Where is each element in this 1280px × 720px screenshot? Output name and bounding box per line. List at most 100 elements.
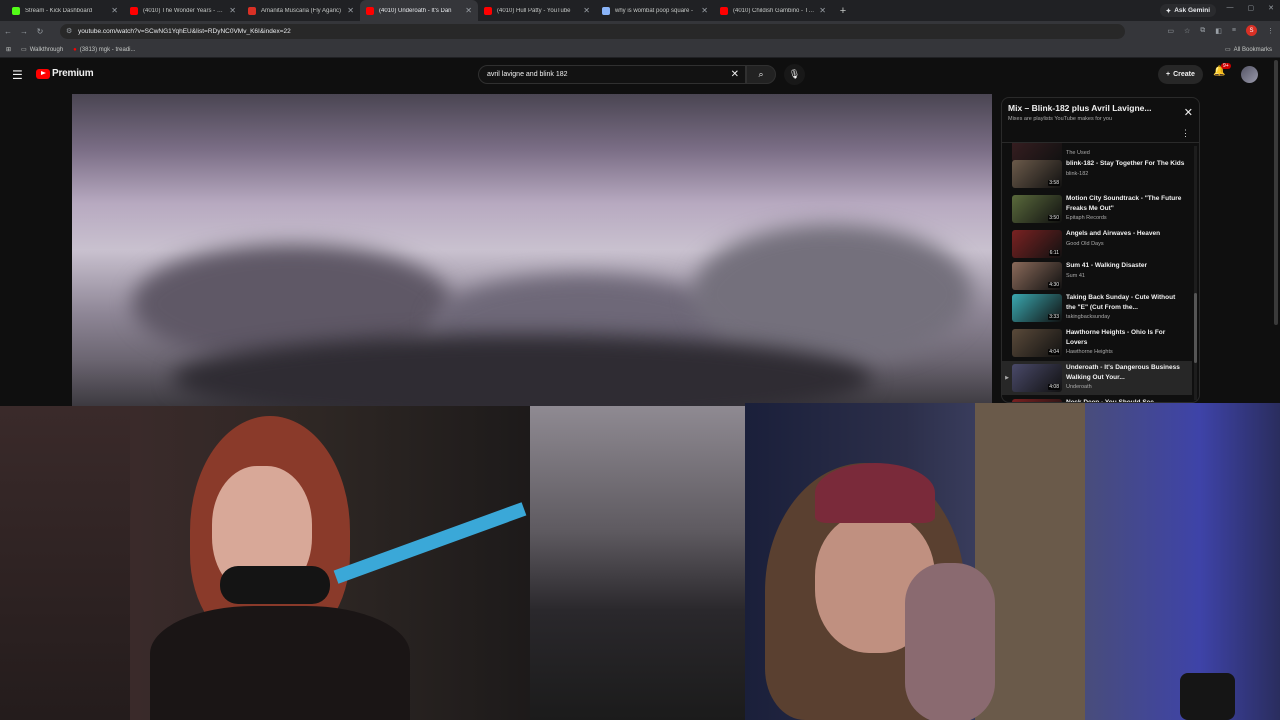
back-icon[interactable]: ←	[0, 27, 16, 36]
youtube-header: ☰ Premium avril lavigne and blink 182 ✕ …	[0, 58, 1280, 92]
account-avatar[interactable]	[1241, 66, 1258, 83]
webcam-arm	[905, 563, 995, 720]
close-tab-icon[interactable]: ✕	[347, 6, 354, 15]
playlist-item-meta: Hawthorne Heights - Ohio Is For Lovers Ha…	[1062, 326, 1186, 360]
search-icon: ⌕	[758, 69, 764, 79]
bookmark-walkthrough[interactable]: ▭ Walkthrough	[21, 46, 64, 54]
forward-icon[interactable]: →	[16, 27, 32, 36]
playlist-item[interactable]: 3:58 blink-182 - Stay Together For The Ki…	[1002, 157, 1192, 191]
video-player[interactable]	[72, 94, 992, 406]
playlist-scroll-thumb[interactable]	[1194, 293, 1197, 363]
playlist-item[interactable]: 4:04 Hawthorne Heights - Ohio Is For Love…	[1002, 326, 1192, 360]
new-tab-icon[interactable]: +	[836, 5, 850, 17]
gemini-icon: ✦	[1165, 7, 1172, 15]
video-frame-lower	[530, 406, 745, 720]
close-tab-icon[interactable]: ✕	[583, 6, 590, 15]
page-scrollbar[interactable]	[1274, 60, 1278, 325]
menu-icon[interactable]: ⋮	[1267, 27, 1274, 35]
playlist-item-title: Taking Back Sunday - Cute Without the "E…	[1066, 294, 1176, 311]
tab-title: (4010) Underoath - It's Dan	[379, 7, 452, 14]
close-tab-icon[interactable]: ✕	[819, 6, 826, 15]
playlist-item[interactable]: Neck Deep - You Should See	[1002, 396, 1192, 402]
playlist-thumbnail[interactable]: 4:30	[1012, 262, 1062, 290]
minimize-icon[interactable]: —	[1227, 4, 1234, 12]
playlist-item-title: Hawthorne Heights - Ohio Is For Lovers	[1066, 329, 1166, 346]
playlist-index	[1002, 291, 1012, 325]
playlist-item-channel: Good Old Days	[1066, 240, 1104, 247]
voice-search-button[interactable]: 🎙	[784, 64, 805, 85]
bookmark-mgk[interactable]: ● (3813) mgk - treadi...	[73, 47, 135, 53]
browser-tab-strip: Stream - Kick Dashboard ✕ (4010) The Wonde…	[0, 0, 1280, 21]
youtube-premium-logo[interactable]: Premium	[36, 68, 94, 79]
playlist-item-current[interactable]: ▶ 4:08 Underoath - It's Dangerous Business…	[1002, 361, 1192, 395]
browser-tab[interactable]: Amanita Muscaria (Fly Agaric) ✕	[242, 0, 360, 21]
playlist-item[interactable]: 3:33 Taking Back Sunday - Cute Without th…	[1002, 291, 1192, 325]
tab-favicon-icon	[484, 6, 492, 15]
close-window-icon[interactable]: ✕	[1268, 4, 1274, 12]
tab-favicon-icon	[130, 6, 138, 15]
browser-tab[interactable]: why is wombat poop square - ✕	[596, 0, 714, 21]
ask-gemini-label: Ask Gemini	[1174, 7, 1210, 14]
all-bookmarks[interactable]: ▭ All Bookmarks	[1225, 46, 1272, 54]
ask-gemini-button[interactable]: ✦ Ask Gemini	[1159, 4, 1216, 17]
tab-title: (4010) Hull Patty - YouTube	[497, 7, 571, 14]
playlist-thumbnail[interactable]: 3:33	[1012, 294, 1062, 322]
playlist-thumbnail[interactable]: 6:11	[1012, 230, 1062, 258]
playlist-item-meta: blink-182 - Stay Together For The Kids bl…	[1062, 157, 1186, 191]
tab-title: (4010) Childish Gambino - This	[733, 7, 816, 14]
browser-tab[interactable]: (4010) The Wonder Years - Oh! ✕	[124, 0, 242, 21]
playlist-item-meta: Angels and Airwaves - Heaven Good Old Day…	[1062, 227, 1186, 261]
profile-avatar[interactable]: S	[1246, 25, 1257, 36]
playlist-thumbnail[interactable]: 3:58	[1012, 160, 1062, 188]
reload-icon[interactable]: ↻	[32, 27, 48, 36]
tab-favicon-icon	[248, 6, 256, 15]
extensions-icon[interactable]: ⧉	[1200, 27, 1205, 35]
bookmarks-bar: ⊞ ▭ Walkthrough ● (3813) mgk - treadi... ▭…	[0, 42, 1280, 58]
address-bar[interactable]: ⚙ youtube.com/watch?v=SCwNG1YqhEU&list=R…	[60, 24, 1125, 39]
close-tab-icon[interactable]: ✕	[111, 6, 118, 15]
create-button[interactable]: + Create	[1158, 65, 1203, 84]
playlist-index	[1002, 326, 1012, 360]
playlist-index	[1002, 396, 1012, 402]
search-button[interactable]: ⌕	[746, 65, 776, 84]
close-tab-icon[interactable]: ✕	[229, 6, 236, 15]
plus-icon: +	[1166, 71, 1171, 78]
media-icon[interactable]: ≡	[1232, 27, 1236, 34]
sidepanel-icon[interactable]: ◧	[1215, 27, 1222, 35]
playlist-item[interactable]: 4:30 Sum 41 - Walking Disaster Sum 41	[1002, 259, 1192, 293]
tab-title: why is wombat poop square -	[615, 7, 694, 14]
close-tab-icon[interactable]: ✕	[701, 6, 708, 15]
maximize-icon[interactable]: ▢	[1248, 4, 1255, 12]
more-options-icon[interactable]: ⋮	[1181, 128, 1190, 139]
playlist-item[interactable]: 3:50 Motion City Soundtrack - "The Future…	[1002, 192, 1192, 226]
apps-icon[interactable]: ⊞	[6, 46, 11, 53]
guide-menu-icon[interactable]: ☰	[12, 68, 23, 82]
playlist-thumbnail[interactable]: 3:50	[1012, 195, 1062, 223]
browser-tab[interactable]: (4010) Underoath - It's Dan ✕	[360, 0, 478, 21]
tab-title: Stream - Kick Dashboard	[25, 7, 93, 14]
playlist-thumbnail[interactable]: 4:08	[1012, 364, 1062, 392]
bookmark-star-icon[interactable]: ☆	[1184, 27, 1190, 35]
playlist-title[interactable]: Mix – Blink-182 plus Avril Lavigne...	[1008, 103, 1173, 113]
close-tab-icon[interactable]: ✕	[465, 6, 472, 15]
search-input[interactable]: avril lavigne and blink 182 ✕	[478, 65, 746, 84]
playlist-index	[1002, 227, 1012, 261]
browser-tab[interactable]: Stream - Kick Dashboard ✕	[6, 0, 124, 21]
playlist-item[interactable]: 6:11 Angels and Airwaves - Heaven Good Old…	[1002, 227, 1192, 261]
playlist-item-title: Sum 41 - Walking Disaster	[1066, 262, 1148, 269]
webcam-microphone	[220, 566, 330, 604]
cast-icon[interactable]: ▭	[1167, 27, 1174, 35]
playlist-thumbnail[interactable]: 4:04	[1012, 329, 1062, 357]
bookmark-label: Walkthrough	[29, 46, 64, 53]
playlist-subtitle: Mixes are playlists YouTube makes for yo…	[1008, 116, 1113, 122]
tab-favicon-icon	[720, 6, 728, 15]
browser-tab[interactable]: (4010) Hull Patty - YouTube ✕	[478, 0, 596, 21]
clear-search-icon[interactable]: ✕	[731, 69, 739, 80]
window-controls: — ▢ ✕	[1227, 4, 1275, 12]
site-info-icon[interactable]: ⚙	[66, 27, 72, 35]
close-playlist-icon[interactable]: ✕	[1184, 106, 1193, 119]
webcam-right	[745, 403, 1280, 720]
browser-tab[interactable]: (4010) Childish Gambino - This ✕	[714, 0, 832, 21]
playlist-panel: Mix – Blink-182 plus Avril Lavigne... Mi…	[1001, 97, 1200, 403]
playlist-index	[1002, 259, 1012, 293]
